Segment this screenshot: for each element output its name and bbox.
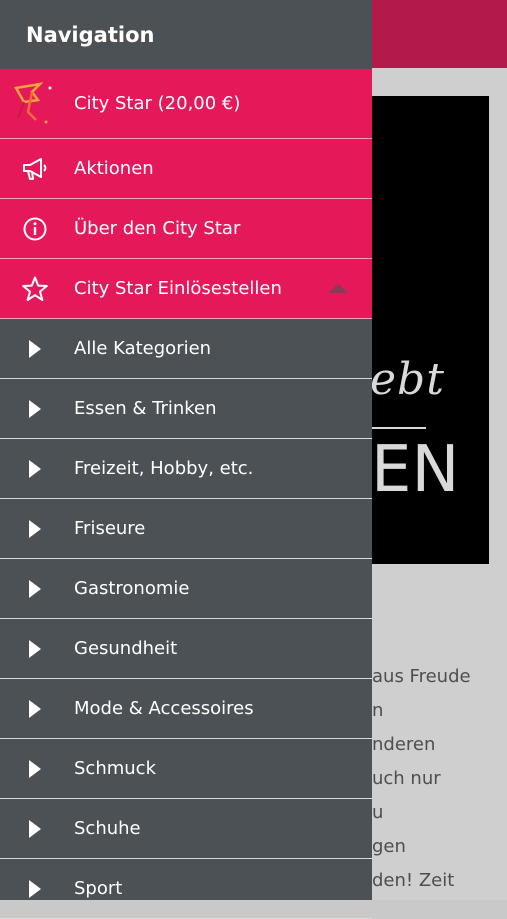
- nav-item-city-star[interactable]: City Star (20,00 €): [0, 69, 372, 139]
- category-item[interactable]: Essen & Trinken: [0, 379, 372, 439]
- category-item[interactable]: Gesundheit: [0, 619, 372, 679]
- category-label: Gastronomie: [74, 578, 190, 599]
- category-item[interactable]: Schmuck: [0, 739, 372, 799]
- category-item[interactable]: Gastronomie: [0, 559, 372, 619]
- category-label: Gesundheit: [74, 638, 178, 659]
- category-item[interactable]: Friseure: [0, 499, 372, 559]
- play-arrow-icon: [20, 814, 50, 844]
- category-item[interactable]: Schuhe: [0, 799, 372, 859]
- nav-item-einloesestellen[interactable]: City Star Einlösestellen: [0, 259, 372, 319]
- play-arrow-icon: [20, 334, 50, 364]
- category-label: Friseure: [74, 518, 146, 539]
- nav-item-label: Über den City Star: [74, 218, 241, 239]
- category-item[interactable]: Mode & Accessoires: [0, 679, 372, 739]
- megaphone-icon: [20, 154, 50, 184]
- drawer-title: Navigation: [26, 22, 155, 47]
- navigation-drawer: Navigation City Star (20,00 €) Aktionen: [0, 0, 372, 919]
- nav-item-label: City Star (20,00 €): [74, 93, 241, 114]
- body-text-line: gen: [372, 836, 406, 857]
- category-label: Alle Kategorien: [74, 338, 212, 359]
- body-text-line: nderen: [372, 734, 436, 755]
- hero-image: ebt EN: [372, 96, 489, 564]
- category-item[interactable]: Freizeit, Hobby, etc.: [0, 439, 372, 499]
- play-arrow-icon: [20, 874, 50, 904]
- drawer-header: Navigation: [0, 0, 372, 69]
- play-arrow-icon: [20, 514, 50, 544]
- play-arrow-icon: [20, 754, 50, 784]
- category-label: Schuhe: [74, 818, 141, 839]
- hero-image-script-text: ebt: [372, 354, 445, 405]
- play-arrow-icon: [20, 394, 50, 424]
- category-item[interactable]: Sport: [0, 859, 372, 919]
- collapse-arrow-icon[interactable]: [328, 283, 348, 293]
- play-arrow-icon: [20, 694, 50, 724]
- hero-image-big-text: EN: [372, 433, 460, 507]
- nav-item-aktionen[interactable]: Aktionen: [0, 139, 372, 199]
- category-label: Freizeit, Hobby, etc.: [74, 458, 254, 479]
- play-arrow-icon: [20, 454, 50, 484]
- body-text-line: n: [372, 700, 384, 721]
- city-star-logo-icon: [10, 77, 58, 130]
- nav-item-label: Aktionen: [74, 158, 154, 179]
- nav-item-ueber-city-star[interactable]: Über den City Star: [0, 199, 372, 259]
- category-label: Sport: [74, 878, 123, 899]
- page-body-text: aus Freude n nderen uch nur u gen den! Z…: [372, 660, 507, 898]
- body-text-line: u: [372, 802, 384, 823]
- category-label: Essen & Trinken: [74, 398, 217, 419]
- body-text-line: aus Freude: [372, 666, 471, 687]
- play-arrow-icon: [20, 634, 50, 664]
- nav-item-label: City Star Einlösestellen: [74, 278, 282, 299]
- category-label: Schmuck: [74, 758, 156, 779]
- play-arrow-icon: [20, 574, 50, 604]
- info-icon: [20, 214, 50, 244]
- category-item[interactable]: Alle Kategorien: [0, 319, 372, 379]
- body-text-line: uch nur: [372, 768, 441, 789]
- body-text-line: den! Zeit: [372, 870, 455, 891]
- hero-image-rule: [372, 427, 426, 429]
- category-label: Mode & Accessoires: [74, 698, 254, 719]
- star-outline-icon: [20, 274, 50, 304]
